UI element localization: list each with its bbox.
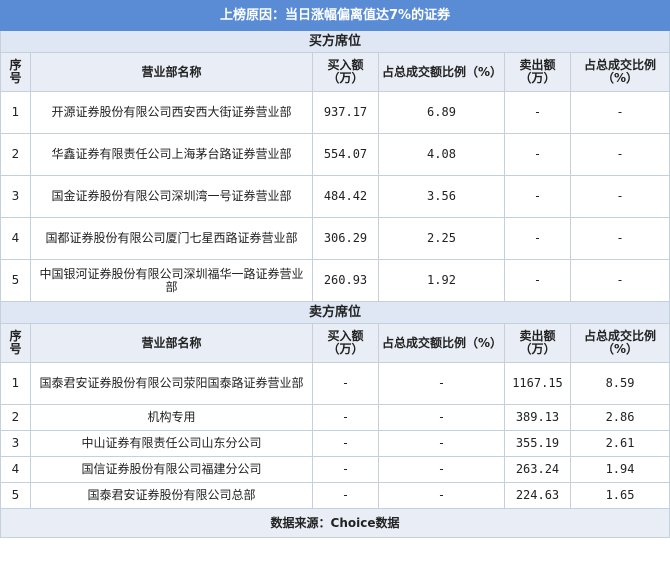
sell-amount: 1167.15 — [504, 362, 571, 405]
sell-pct: - — [569, 133, 670, 176]
table-row: 1 国泰君安证券股份有限公司荥阳国泰路证券营业部 - - 1167.15 8.5… — [0, 362, 670, 405]
sell-amount: 263.24 — [504, 456, 571, 483]
table-row: 4 国都证券股份有限公司厦门七星西路证券营业部 306.29 2.25 - - — [0, 217, 670, 260]
table-row: 5 国泰君安证券股份有限公司总部 - - 224.63 1.65 — [0, 482, 670, 509]
row-no: 1 — [0, 91, 31, 134]
row-no: 4 — [0, 456, 31, 483]
table-row: 3 中山证券有限责任公司山东分公司 - - 355.19 2.61 — [0, 430, 670, 457]
buy-amount: - — [312, 430, 379, 457]
table-row: 4 国信证券股份有限公司福建分公司 - - 263.24 1.94 — [0, 456, 670, 483]
buy-pct: 1.92 — [378, 259, 505, 302]
table-title: 上榜原因：当日涨幅偏离值达7%的证券 — [0, 0, 670, 31]
table-row: 3 国金证券股份有限公司深圳湾一号证券营业部 484.42 3.56 - - — [0, 175, 670, 218]
buy-amount: - — [312, 456, 379, 483]
header-buy-pct: 占总成交额比例（%） — [378, 52, 505, 92]
branch-name: 国泰君安证券股份有限公司总部 — [30, 482, 313, 509]
buy-pct: - — [378, 482, 505, 509]
sell-amount: 224.63 — [504, 482, 571, 509]
branch-name: 国金证券股份有限公司深圳湾一号证券营业部 — [30, 175, 313, 218]
buy-pct: - — [378, 430, 505, 457]
row-no: 4 — [0, 217, 31, 260]
sell-pct: 2.86 — [569, 404, 670, 431]
branch-name: 机构专用 — [30, 404, 313, 431]
buy-pct: - — [378, 404, 505, 431]
row-no: 3 — [0, 430, 31, 457]
header-sell-amount: 卖出额（万） — [504, 52, 571, 92]
branch-name: 国信证券股份有限公司福建分公司 — [30, 456, 313, 483]
header-name: 营业部名称 — [30, 52, 313, 92]
sell-amount: 389.13 — [504, 404, 571, 431]
buy-pct: - — [378, 362, 505, 405]
buy-pct: 4.08 — [378, 133, 505, 176]
buy-amount: - — [312, 404, 379, 431]
table-row: 2 华鑫证券有限责任公司上海茅台路证券营业部 554.07 4.08 - - — [0, 133, 670, 176]
header-buy-amount: 买入额（万） — [312, 323, 379, 363]
sell-pct: - — [569, 217, 670, 260]
branch-name: 国都证券股份有限公司厦门七星西路证券营业部 — [30, 217, 313, 260]
sell-section-label: 卖方席位 — [0, 301, 670, 324]
branch-name: 中山证券有限责任公司山东分公司 — [30, 430, 313, 457]
branch-name: 国泰君安证券股份有限公司荥阳国泰路证券营业部 — [30, 362, 313, 405]
row-no: 1 — [0, 362, 31, 405]
table-row: 1 开源证券股份有限公司西安西大街证券营业部 937.17 6.89 - - — [0, 91, 670, 134]
sell-pct: - — [569, 91, 670, 134]
buy-pct: 3.56 — [378, 175, 505, 218]
data-source: 数据来源：Choice数据 — [0, 508, 670, 538]
sell-header-row: 序号 营业部名称 买入额（万） 占总成交额比例（%） 卖出额（万） 占总成交比例… — [0, 323, 670, 363]
buy-amount: - — [312, 482, 379, 509]
sell-pct: 1.94 — [569, 456, 670, 483]
header-sell-amount: 卖出额（万） — [504, 323, 571, 363]
buy-amount: 937.17 — [312, 91, 379, 134]
buy-header-row: 序号 营业部名称 买入额（万） 占总成交额比例（%） 卖出额（万） 占总成交比例… — [0, 52, 670, 92]
sell-amount: 355.19 — [504, 430, 571, 457]
sell-amount: - — [504, 259, 571, 302]
buy-section-label: 买方席位 — [0, 30, 670, 53]
buy-pct: 6.89 — [378, 91, 505, 134]
header-sell-pct: 占总成交比例（%） — [569, 323, 670, 363]
sell-pct: 1.65 — [569, 482, 670, 509]
buy-amount: 260.93 — [312, 259, 379, 302]
sell-pct: - — [569, 175, 670, 218]
sell-pct: 2.61 — [569, 430, 670, 457]
branch-name: 开源证券股份有限公司西安西大街证券营业部 — [30, 91, 313, 134]
sell-amount: - — [504, 217, 571, 260]
branch-name: 中国银河证券股份有限公司深圳福华一路证券营业部 — [30, 259, 313, 302]
header-buy-amount: 买入额（万） — [312, 52, 379, 92]
table-row: 5 中国银河证券股份有限公司深圳福华一路证券营业部 260.93 1.92 - … — [0, 259, 670, 302]
row-no: 2 — [0, 133, 31, 176]
buy-amount: - — [312, 362, 379, 405]
row-no: 5 — [0, 482, 31, 509]
sell-amount: - — [504, 175, 571, 218]
buy-pct: 2.25 — [378, 217, 505, 260]
header-no: 序号 — [0, 323, 31, 363]
buy-amount: 484.42 — [312, 175, 379, 218]
row-no: 5 — [0, 259, 31, 302]
header-sell-pct: 占总成交比例（%） — [569, 52, 670, 92]
table-row: 2 机构专用 - - 389.13 2.86 — [0, 404, 670, 431]
header-buy-pct: 占总成交额比例（%） — [378, 323, 505, 363]
row-no: 2 — [0, 404, 31, 431]
header-no: 序号 — [0, 52, 31, 92]
dragon-tiger-table: 上榜原因：当日涨幅偏离值达7%的证券 买方席位 序号 营业部名称 买入额（万） … — [0, 0, 670, 538]
branch-name: 华鑫证券有限责任公司上海茅台路证券营业部 — [30, 133, 313, 176]
sell-amount: - — [504, 91, 571, 134]
header-name: 营业部名称 — [30, 323, 313, 363]
sell-pct: - — [569, 259, 670, 302]
sell-pct: 8.59 — [569, 362, 670, 405]
buy-pct: - — [378, 456, 505, 483]
sell-amount: - — [504, 133, 571, 176]
row-no: 3 — [0, 175, 31, 218]
buy-amount: 306.29 — [312, 217, 379, 260]
buy-amount: 554.07 — [312, 133, 379, 176]
